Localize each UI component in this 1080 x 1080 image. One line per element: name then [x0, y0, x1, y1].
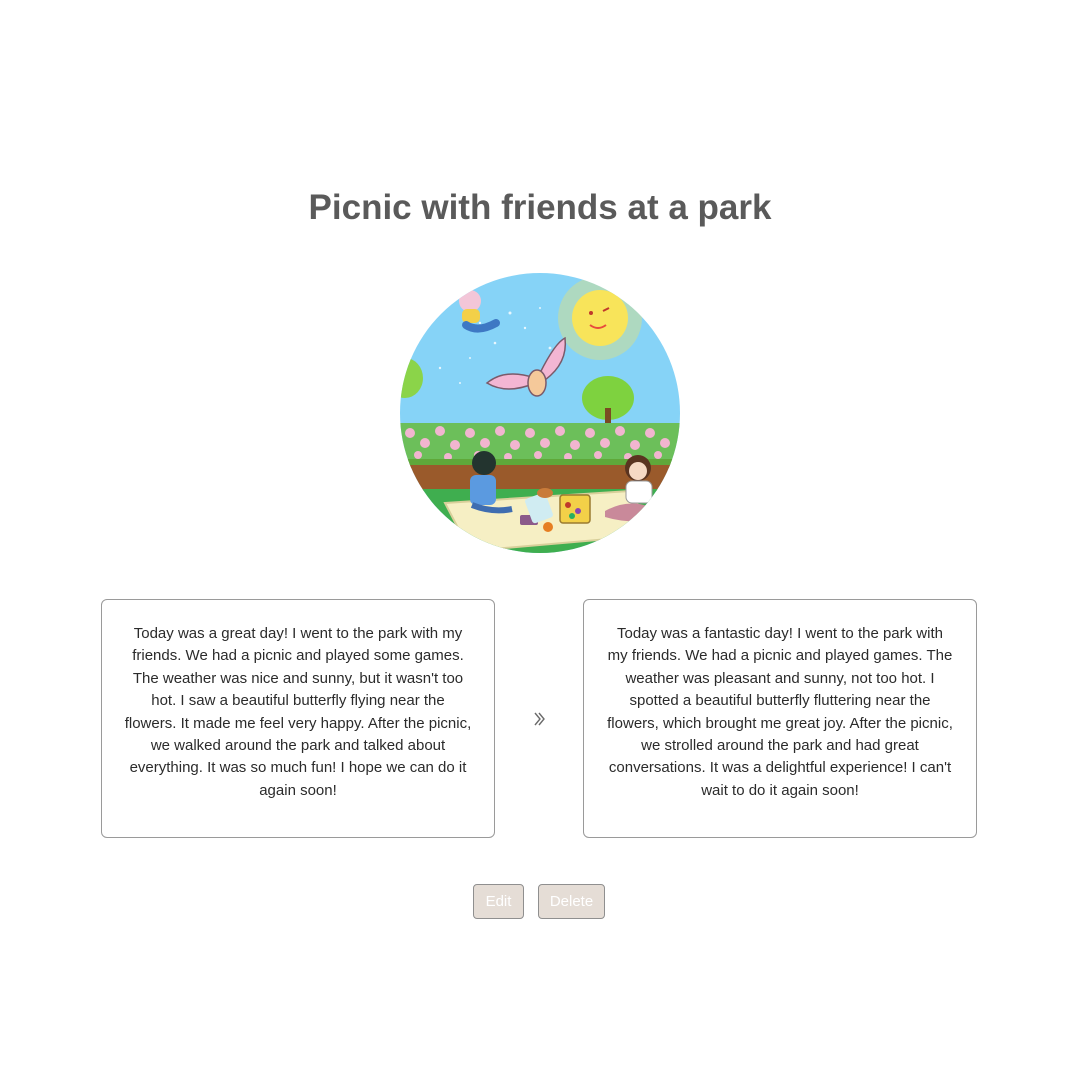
delete-button[interactable]: Delete: [538, 884, 605, 919]
original-entry-text: Today was a great day! I went to the par…: [101, 599, 495, 838]
picnic-illustration: [400, 273, 680, 553]
edit-button[interactable]: Edit: [473, 884, 524, 919]
page-title: Picnic with friends at a park: [308, 188, 772, 227]
double-chevron-right-icon: [534, 712, 545, 726]
revised-entry-text: Today was a fantastic day! I went to the…: [583, 599, 977, 838]
